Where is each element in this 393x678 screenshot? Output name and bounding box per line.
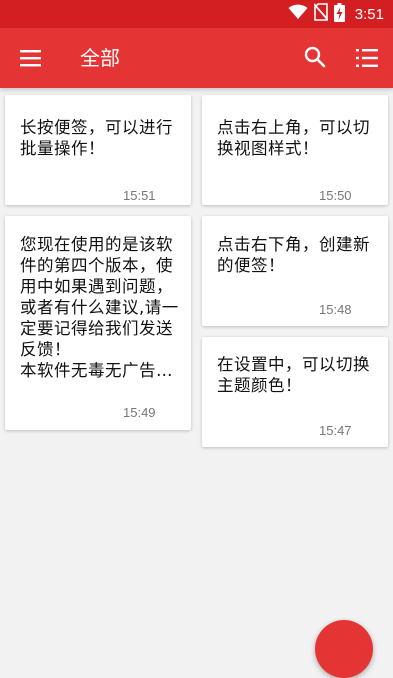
list-view-icon[interactable] — [354, 46, 380, 70]
note-text: 在设置中，可以切换主题颜色！ — [217, 355, 370, 395]
note-time: 15:48 — [319, 302, 352, 317]
note-time: 15:49 — [123, 405, 156, 420]
no-sim-icon — [313, 3, 329, 25]
status-bar: 3:51 — [0, 0, 393, 28]
note-time: 15:51 — [123, 188, 156, 203]
search-icon[interactable] — [303, 45, 327, 69]
status-time: 3:51 — [354, 5, 384, 23]
app-bar: 全部 — [0, 28, 393, 88]
note-text: 点击右下角，创建新的便签！ — [217, 235, 370, 275]
note-card[interactable]: 长按便签，可以进行批量操作！ 15:51 — [5, 95, 191, 205]
menu-icon[interactable] — [19, 48, 43, 68]
battery-charging-icon — [333, 2, 345, 26]
status-icons: 3:51 — [288, 2, 384, 26]
note-card[interactable]: 点击右下角，创建新的便签！ 15:48 — [202, 216, 388, 326]
notes-grid: 长按便签，可以进行批量操作！ 15:51 点击右上角，可以切换视图样式！ 15:… — [0, 88, 393, 638]
note-text: 您现在使用的是该软件的第四个版本，使用中如果遇到问题，或者有什么建议,请一定要记… — [20, 235, 179, 380]
note-card[interactable]: 您现在使用的是该软件的第四个版本，使用中如果遇到问题，或者有什么建议,请一定要记… — [5, 216, 191, 430]
note-text: 长按便签，可以进行批量操作！ — [20, 118, 173, 158]
wifi-icon — [288, 4, 308, 24]
page-title: 全部 — [80, 46, 120, 70]
note-card[interactable]: 在设置中，可以切换主题颜色！ 15:47 — [202, 337, 388, 447]
add-note-button[interactable] — [315, 620, 373, 678]
note-text: 点击右上角，可以切换视图样式！ — [217, 118, 370, 158]
note-card[interactable]: 点击右上角，可以切换视图样式！ 15:50 — [202, 95, 388, 205]
note-time: 15:47 — [319, 423, 352, 438]
note-time: 15:50 — [319, 188, 352, 203]
